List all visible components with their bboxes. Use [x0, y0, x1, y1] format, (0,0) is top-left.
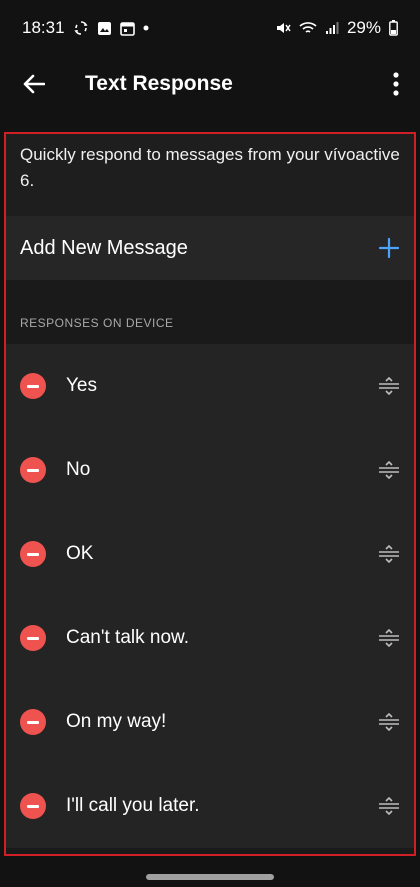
- response-row[interactable]: OK: [6, 512, 414, 596]
- responses-list: Yes No OK Can't talk now. On my way! I'l…: [6, 344, 414, 848]
- signal-icon: [325, 21, 339, 35]
- response-row[interactable]: On my way!: [6, 680, 414, 764]
- image-icon: [97, 21, 112, 36]
- drag-handle-icon[interactable]: [378, 377, 400, 395]
- app-bar: Text Response: [0, 56, 420, 112]
- status-bar: 18:31 29%: [0, 0, 420, 56]
- remove-circle-icon[interactable]: [20, 625, 46, 651]
- more-options-button[interactable]: [386, 66, 406, 102]
- add-new-message-label: Add New Message: [20, 236, 188, 259]
- drag-handle-icon[interactable]: [378, 797, 400, 815]
- sync-icon: [73, 20, 89, 36]
- response-label: On my way!: [66, 711, 167, 732]
- mute-icon: [275, 20, 291, 36]
- status-left: 18:31: [22, 18, 149, 38]
- remove-circle-icon[interactable]: [20, 541, 46, 567]
- response-label: Yes: [66, 375, 97, 396]
- page-title: Text Response: [85, 72, 233, 95]
- drag-handle-icon[interactable]: [378, 545, 400, 563]
- response-label: I'll call you later.: [66, 795, 200, 816]
- response-row[interactable]: I'll call you later.: [6, 764, 414, 848]
- status-time: 18:31: [22, 18, 65, 37]
- drag-handle-icon[interactable]: [378, 461, 400, 479]
- response-row[interactable]: Can't talk now.: [6, 596, 414, 680]
- response-row[interactable]: Yes: [6, 344, 414, 428]
- dot-icon: [143, 25, 149, 31]
- home-indicator[interactable]: [146, 874, 274, 880]
- drag-handle-icon[interactable]: [378, 629, 400, 647]
- wifi-icon: [299, 21, 317, 35]
- battery-icon: [389, 20, 398, 36]
- text-response-panel: Quickly respond to messages from your ví…: [4, 132, 416, 856]
- intro-text: Quickly respond to messages from your ví…: [6, 134, 414, 216]
- plus-icon[interactable]: [378, 237, 400, 259]
- battery-text: 29%: [346, 18, 381, 37]
- calendar-icon: [119, 21, 135, 36]
- add-new-message-row[interactable]: Add New Message: [6, 216, 414, 280]
- remove-circle-icon[interactable]: [20, 457, 46, 483]
- remove-circle-icon[interactable]: [20, 793, 46, 819]
- remove-circle-icon[interactable]: [20, 373, 46, 399]
- status-right: 29%: [275, 18, 398, 38]
- more-vertical-icon: [393, 72, 399, 96]
- remove-circle-icon[interactable]: [20, 709, 46, 735]
- response-label: Can't talk now.: [66, 627, 189, 648]
- section-header: RESPONSES ON DEVICE: [6, 316, 414, 344]
- back-button[interactable]: [18, 68, 50, 100]
- arrow-left-icon: [23, 74, 45, 94]
- section-spacer: [6, 280, 414, 316]
- response-row[interactable]: No: [6, 428, 414, 512]
- response-label: OK: [66, 543, 94, 564]
- response-label: No: [66, 459, 91, 480]
- drag-handle-icon[interactable]: [378, 713, 400, 731]
